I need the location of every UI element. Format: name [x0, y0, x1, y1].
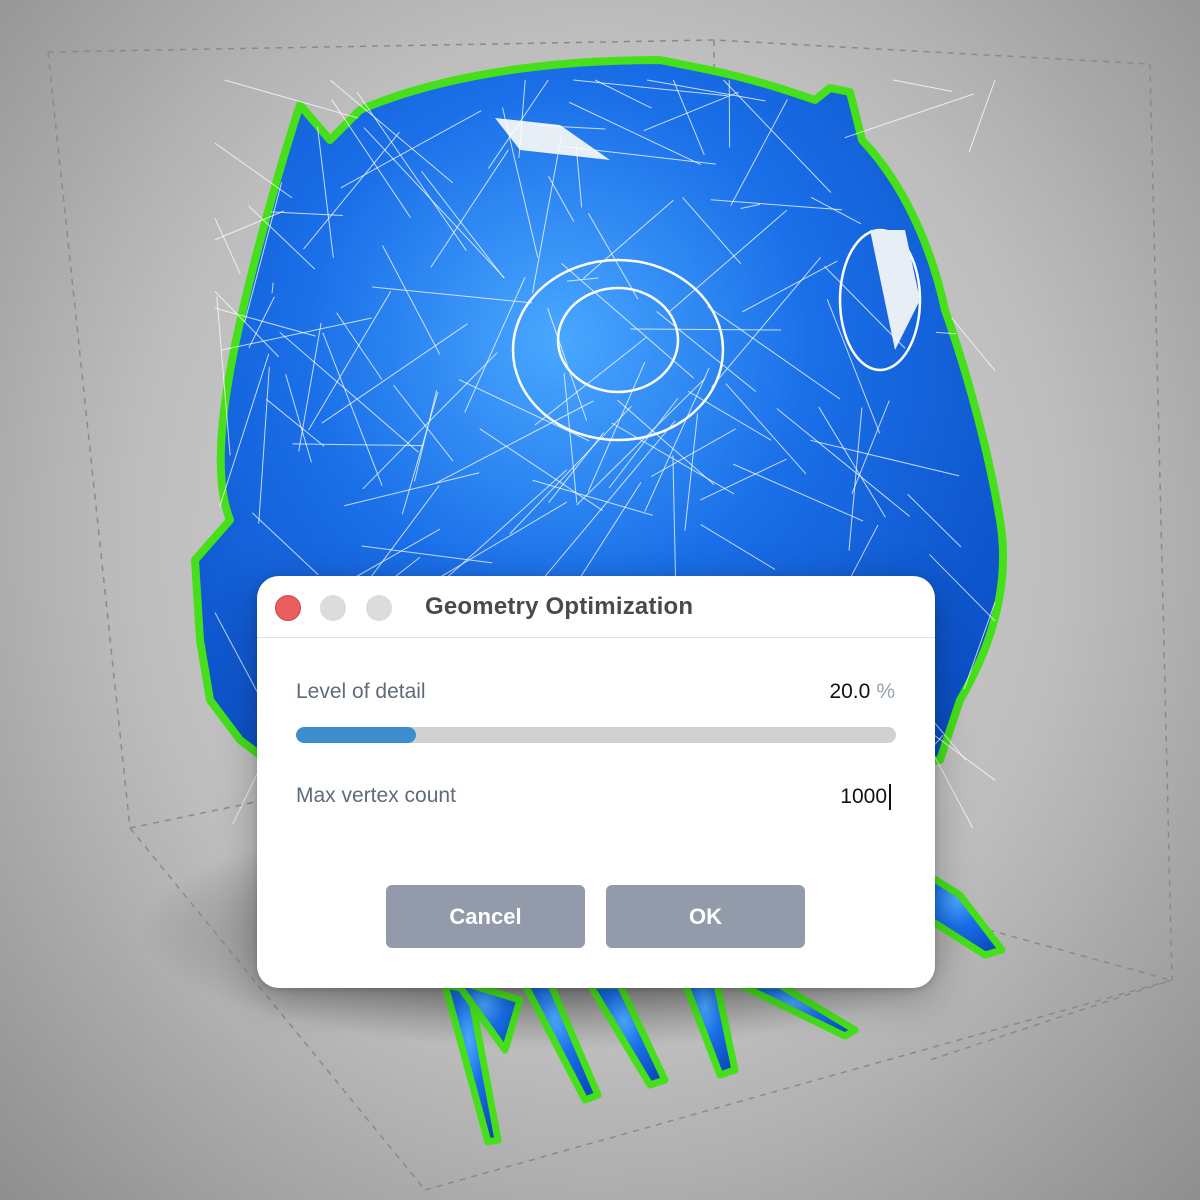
max-vertex-count-label: Max vertex count — [296, 784, 456, 807]
dialog-title: Geometry Optimization — [425, 593, 694, 620]
max-vertex-count-input[interactable]: 1000 — [840, 784, 891, 810]
zoom-window-icon[interactable] — [366, 595, 392, 621]
level-of-detail-slider[interactable] — [296, 727, 896, 743]
wireframe-edge — [968, 79, 996, 153]
geometry-optimization-dialog: Geometry Optimization Level of detail 20… — [257, 576, 935, 988]
cancel-button[interactable]: Cancel — [386, 885, 585, 948]
level-of-detail-value[interactable]: 20.0% — [829, 680, 895, 704]
close-window-icon[interactable] — [275, 595, 301, 621]
level-of-detail-slider-fill[interactable] — [296, 727, 416, 743]
wireframe-edge — [214, 218, 241, 275]
level-of-detail-number[interactable]: 20.0 — [829, 680, 870, 703]
wireframe-edge — [844, 93, 975, 139]
wireframe-edge — [224, 79, 359, 119]
level-of-detail-label: Level of detail — [296, 680, 426, 703]
ok-button[interactable]: OK — [606, 885, 805, 948]
dialog-titlebar: Geometry Optimization — [257, 576, 935, 638]
minimize-window-icon[interactable] — [320, 595, 346, 621]
level-of-detail-unit: % — [876, 680, 895, 703]
wireframe-edge — [892, 79, 953, 92]
